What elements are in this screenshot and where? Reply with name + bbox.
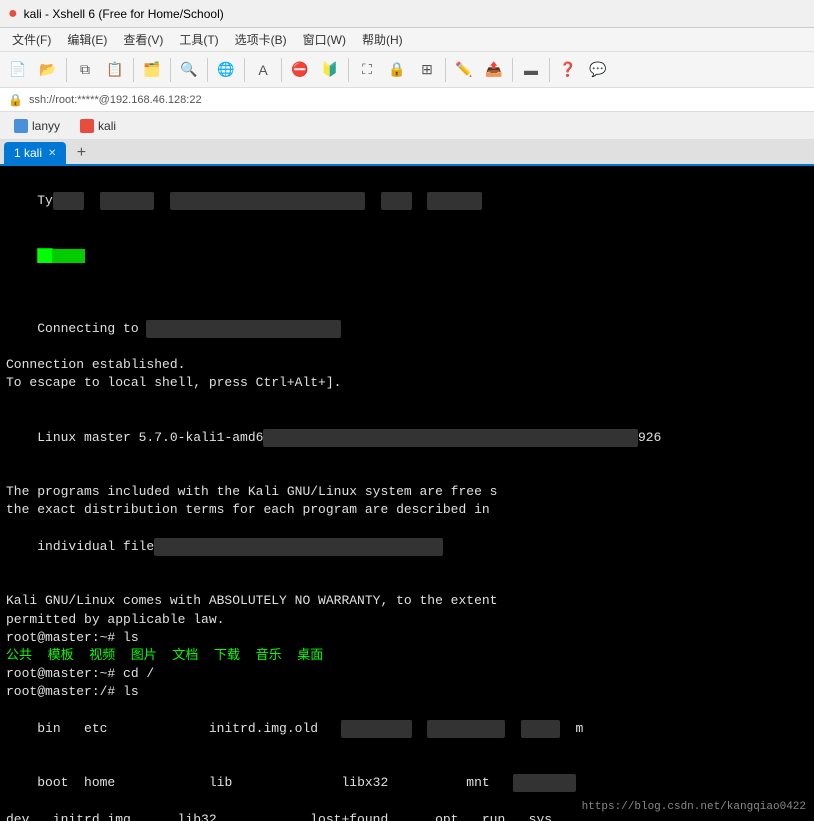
blurred-text-4: ████ bbox=[381, 192, 412, 210]
toolbar-open[interactable]: 📂 bbox=[34, 56, 62, 84]
toolbar-sep6 bbox=[281, 58, 282, 82]
window-title: kali - Xshell 6 (Free for Home/School) bbox=[24, 7, 224, 21]
toolbar-bars[interactable]: ▬ bbox=[517, 56, 545, 84]
terminal-blank-4 bbox=[6, 574, 808, 592]
toolbar-sep3 bbox=[170, 58, 171, 82]
bookmark-kali-icon bbox=[80, 119, 94, 133]
menu-view[interactable]: 查看(V) bbox=[115, 29, 171, 50]
toolbar-sep8 bbox=[445, 58, 446, 82]
blurred-ip: ███ ███ ███ ██████████ bbox=[146, 320, 341, 338]
blurred-kernel: ███ ██ █████████████ ██ ████████████████… bbox=[263, 429, 637, 447]
blurred-ls4: ████████ bbox=[513, 774, 575, 792]
toolbar-grid[interactable]: ⊞ bbox=[413, 56, 441, 84]
bookmarks-bar: lanyy kali bbox=[0, 112, 814, 140]
terminal-line-2: ██ bbox=[6, 229, 808, 284]
toolbar-sep4 bbox=[207, 58, 208, 82]
watermark: https://blog.csdn.net/kangqiao0422 bbox=[582, 800, 806, 815]
bookmark-lanyy-label: lanyy bbox=[32, 119, 60, 133]
terminal-programs: The programs included with the Kali GNU/… bbox=[6, 483, 808, 501]
toolbar-sep2 bbox=[133, 58, 134, 82]
toolbar-sep7 bbox=[348, 58, 349, 82]
menu-bar: 文件(F) 编辑(E) 查看(V) 工具(T) 选项卡(B) 窗口(W) 帮助(… bbox=[0, 28, 814, 52]
terminal-ls2-line1: bin etc initrd.img.old █████████ ███████… bbox=[6, 701, 808, 756]
blurred-path: █████████████████████████████████████ bbox=[154, 538, 443, 556]
tab-close-icon[interactable]: ✕ bbox=[48, 148, 56, 159]
menu-tabs[interactable]: 选项卡(B) bbox=[227, 29, 295, 50]
app-icon: ● bbox=[8, 5, 18, 23]
toolbar-help[interactable]: ❓ bbox=[554, 56, 582, 84]
terminal-linux: Linux master 5.7.0-kali1-amd6███ ██ ████… bbox=[6, 410, 808, 465]
toolbar-new[interactable]: 📄 bbox=[4, 56, 32, 84]
blurred-text-3: █████████████████████████ bbox=[170, 192, 365, 210]
terminal-established: Connection established. bbox=[6, 356, 808, 374]
terminal-blank-3 bbox=[6, 465, 808, 483]
toolbar-expand[interactable]: ⛶ bbox=[353, 56, 381, 84]
toolbar: 📄 📂 ⧉ 📋 🗂️ 🔍 🌐 A ⛔ 🔰 ⛶ 🔒 ⊞ ✏️ 📤 ▬ ❓ 💬 bbox=[0, 52, 814, 88]
toolbar-chat[interactable]: 💬 bbox=[584, 56, 612, 84]
tab-kali[interactable]: 1 kali ✕ bbox=[4, 142, 66, 164]
toolbar-red-btn[interactable]: ⛔ bbox=[286, 56, 314, 84]
toolbar-edit-btn[interactable]: ✏️ bbox=[450, 56, 478, 84]
terminal-blank-1 bbox=[6, 283, 808, 301]
terminal-ls-output: 公共 模板 视频 图片 文档 下载 音乐 桌面 bbox=[6, 647, 808, 665]
menu-tools[interactable]: 工具(T) bbox=[171, 29, 226, 50]
terminal-terms: the exact distribution terms for each pr… bbox=[6, 501, 808, 519]
toolbar-sep5 bbox=[244, 58, 245, 82]
tab-bar: 1 kali ✕ + bbox=[0, 140, 814, 166]
toolbar-search[interactable]: 🔍 bbox=[175, 56, 203, 84]
blurred-text-5: ███████ bbox=[427, 192, 482, 210]
terminal-warranty: Kali GNU/Linux comes with ABSOLUTELY NO … bbox=[6, 592, 808, 610]
tab-add-button[interactable]: + bbox=[70, 142, 92, 164]
toolbar-btn2[interactable]: 🔰 bbox=[316, 56, 344, 84]
toolbar-paste[interactable]: 📋 bbox=[101, 56, 129, 84]
toolbar-font[interactable]: A bbox=[249, 56, 277, 84]
bookmark-kali[interactable]: kali bbox=[74, 117, 122, 135]
toolbar-sep1 bbox=[66, 58, 67, 82]
bookmark-lanyy-icon bbox=[14, 119, 28, 133]
toolbar-globe[interactable]: 🌐 bbox=[212, 56, 240, 84]
terminal-connecting: Connecting to ███ ███ ███ ██████████ bbox=[6, 301, 808, 356]
menu-help[interactable]: 帮助(H) bbox=[354, 29, 411, 50]
blurred-ls1: █████████ bbox=[341, 720, 411, 738]
blurred-ls2: ██████████ bbox=[427, 720, 505, 738]
bookmark-lanyy[interactable]: lanyy bbox=[8, 117, 66, 135]
terminal-permitted: permitted by applicable law. bbox=[6, 611, 808, 629]
blurred-text-2: ███████ bbox=[100, 192, 155, 210]
terminal-cd-cmd: root@master:~# cd / bbox=[6, 665, 808, 683]
toolbar-sep9 bbox=[512, 58, 513, 82]
terminal-escape: To escape to local shell, press Ctrl+Alt… bbox=[6, 374, 808, 392]
toolbar-sep10 bbox=[549, 58, 550, 82]
terminal[interactable]: Ty████ ███████ █████████████████████████… bbox=[0, 166, 814, 821]
bookmark-kali-label: kali bbox=[98, 119, 116, 133]
ssh-bar: 🔒 ssh://root:*****@192.168.46.128:22 bbox=[0, 88, 814, 112]
green-block bbox=[53, 249, 85, 263]
toolbar-copy[interactable]: ⧉ bbox=[71, 56, 99, 84]
lock-icon: 🔒 bbox=[8, 93, 23, 107]
terminal-line-1: Ty████ ███████ █████████████████████████… bbox=[6, 174, 808, 229]
terminal-ls-cmd: root@master:~# ls bbox=[6, 629, 808, 647]
ssh-address: ssh://root:*****@192.168.46.128:22 bbox=[29, 94, 202, 106]
terminal-blank-2 bbox=[6, 392, 808, 410]
toolbar-folder[interactable]: 🗂️ bbox=[138, 56, 166, 84]
green-text: ██ bbox=[37, 248, 53, 263]
terminal-ls2-cmd: root@master:/# ls bbox=[6, 683, 808, 701]
toolbar-upload[interactable]: 📤 bbox=[480, 56, 508, 84]
menu-edit[interactable]: 编辑(E) bbox=[59, 29, 115, 50]
menu-file[interactable]: 文件(F) bbox=[4, 29, 59, 50]
blurred-ls3: █████ bbox=[521, 720, 560, 738]
toolbar-lock[interactable]: 🔒 bbox=[383, 56, 411, 84]
blurred-text-1: ████ bbox=[53, 192, 84, 210]
menu-window[interactable]: 窗口(W) bbox=[295, 29, 354, 50]
tab-kali-label: 1 kali bbox=[14, 146, 42, 160]
terminal-individual: individual file█████████████████████████… bbox=[6, 520, 808, 575]
title-bar: ● kali - Xshell 6 (Free for Home/School) bbox=[0, 0, 814, 28]
